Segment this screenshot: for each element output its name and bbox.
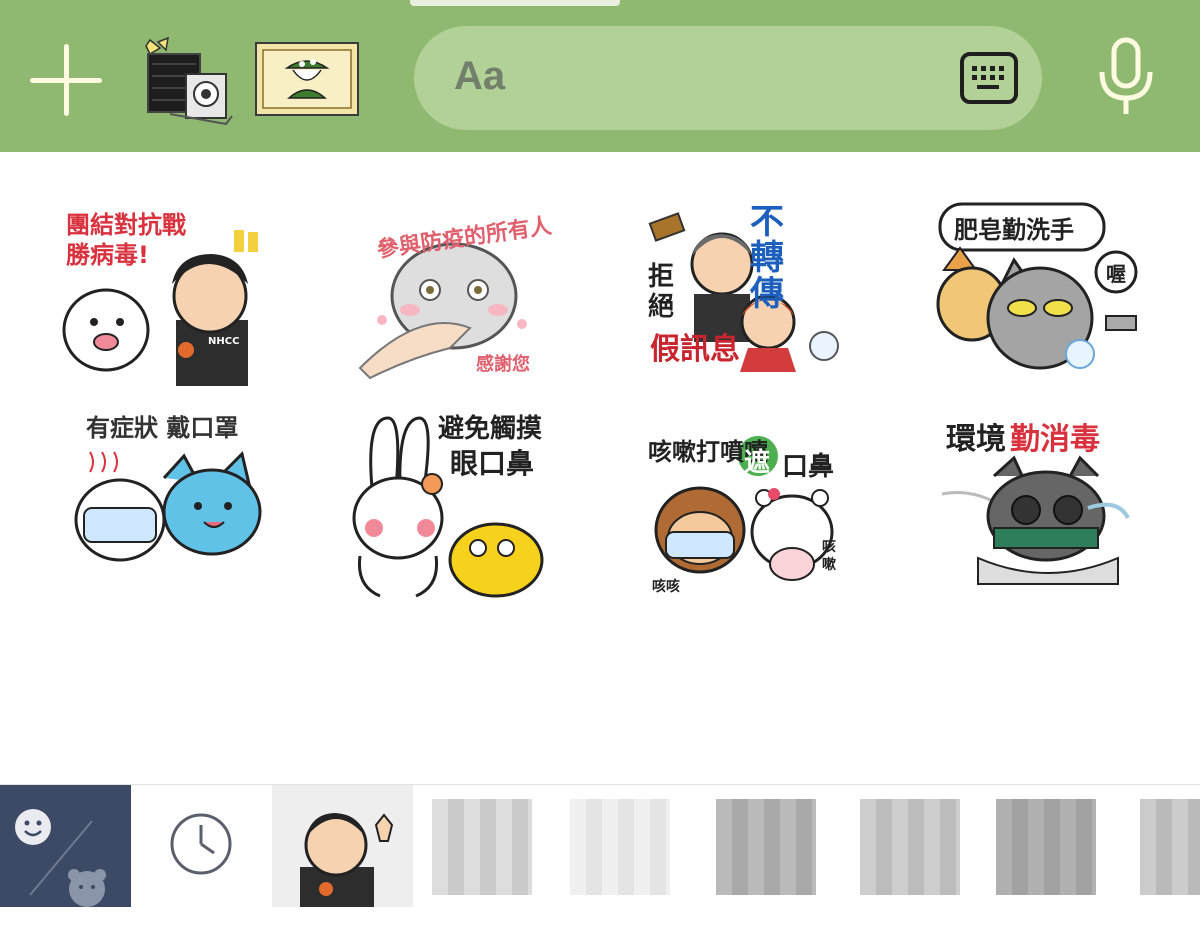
microphone-icon[interactable] bbox=[1096, 36, 1156, 118]
sticker-4-oh: 喔 bbox=[1106, 262, 1126, 286]
sticker-7-cough2: 咳嗽 bbox=[822, 539, 836, 573]
emoji-icon bbox=[15, 809, 51, 845]
sticker-2[interactable]: 參與防疫的所有人 感謝您 bbox=[346, 200, 566, 390]
sticker-2-thanks: 感謝您 bbox=[476, 354, 530, 375]
clock-icon[interactable] bbox=[168, 811, 234, 877]
sticker-package-5[interactable] bbox=[860, 799, 960, 895]
sticker-package-6[interactable] bbox=[996, 799, 1096, 895]
sticker-1[interactable]: 團結對抗戰勝病毒! NHCC bbox=[58, 200, 278, 390]
sticker-8-text: 環境 bbox=[946, 422, 1006, 457]
sticker-package-4[interactable] bbox=[716, 799, 816, 895]
sticker-package-3[interactable] bbox=[570, 799, 670, 895]
sticker-7-nose: 口鼻 bbox=[782, 452, 835, 482]
bear-icon bbox=[68, 869, 106, 907]
sticker-3-reject: 拒絕 bbox=[648, 262, 675, 322]
photo-icon[interactable] bbox=[255, 42, 359, 116]
sticker-4[interactable]: 肥皂勤洗手 喔 bbox=[930, 200, 1150, 390]
plus-icon[interactable] bbox=[30, 44, 102, 116]
camera-icon[interactable] bbox=[130, 34, 234, 128]
sticker-3-fake: 假訊息 bbox=[650, 332, 740, 367]
sticker-6-text: 避免觸摸 bbox=[438, 414, 543, 444]
sticker-package-bar bbox=[0, 784, 1200, 928]
sticker-package-selected[interactable] bbox=[272, 785, 413, 907]
sticker-8[interactable]: 環境 勤消毒 bbox=[938, 408, 1158, 598]
sticker-package-2[interactable] bbox=[432, 799, 532, 895]
sticker-7[interactable]: 咳嗽打噴嚏 遮 口鼻 咳咳 咳嗽 bbox=[642, 408, 862, 598]
sticker-grid: 團結對抗戰勝病毒! NHCC 參與防疫的所有人 感謝您 不轉傳 拒絕 假訊息 肥… bbox=[0, 152, 1200, 784]
emoji-tab[interactable] bbox=[0, 785, 131, 907]
sticker-5-text: 有症狀 戴口罩 bbox=[86, 414, 239, 442]
keyboard-icon[interactable] bbox=[960, 52, 1018, 104]
chat-input-bar: Aa bbox=[0, 0, 1200, 152]
message-input[interactable]: Aa bbox=[414, 26, 1042, 130]
sticker-8-text2: 勤消毒 bbox=[1010, 422, 1100, 457]
sticker-3[interactable]: 不轉傳 拒絕 假訊息 bbox=[638, 200, 858, 390]
sticker-4-text: 肥皂勤洗手 bbox=[954, 216, 1074, 244]
sticker-1-text: 團結對抗戰勝病毒! bbox=[66, 211, 186, 269]
sticker-6-text2: 眼口鼻 bbox=[450, 447, 535, 480]
sticker-5[interactable]: 有症狀 戴口罩 bbox=[66, 408, 286, 598]
sticker-1-badge: NHCC bbox=[208, 336, 240, 347]
sticker-package-7[interactable] bbox=[1140, 799, 1200, 895]
sticker-6[interactable]: 避免觸摸 眼口鼻 bbox=[346, 408, 566, 598]
sticker-3-text: 不轉傳 bbox=[750, 202, 784, 314]
sticker-7-cover: 遮 bbox=[744, 448, 771, 478]
status-strip bbox=[410, 0, 620, 6]
sticker-7-cough: 咳咳 bbox=[652, 579, 680, 595]
message-input-placeholder: Aa bbox=[454, 54, 506, 98]
